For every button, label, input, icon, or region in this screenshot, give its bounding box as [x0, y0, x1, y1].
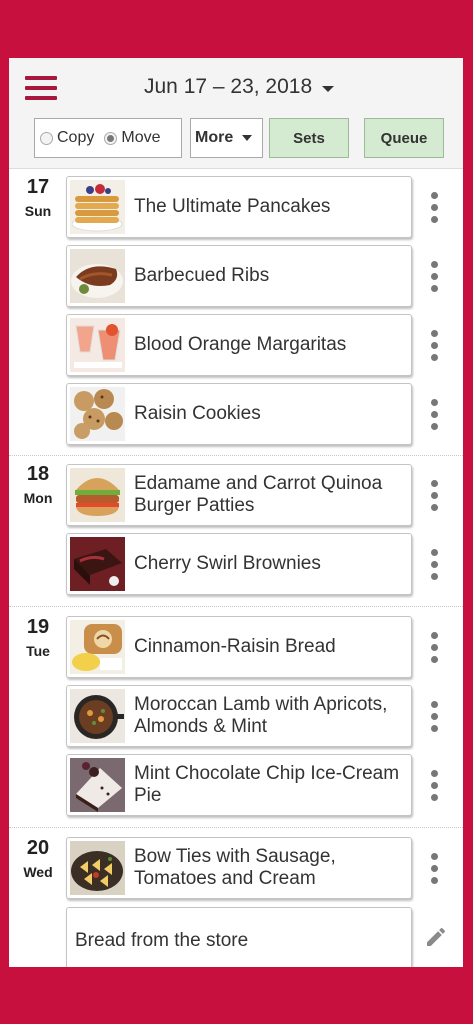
- ribs-thumbnail: [70, 249, 125, 303]
- margaritas-thumbnail: [70, 318, 125, 372]
- meal-card[interactable]: Edamame and Carrot Quinoa Burger Patties: [66, 464, 412, 526]
- copy-label: Copy: [57, 129, 95, 146]
- vertical-ellipsis-icon[interactable]: [429, 330, 441, 364]
- more-label: More: [195, 129, 234, 146]
- date-range-label: Jun 17 – 23, 2018: [144, 75, 313, 98]
- meal-card[interactable]: Moroccan Lamb with Apricots, Almonds & M…: [66, 685, 412, 747]
- more-dropdown[interactable]: More: [190, 118, 263, 158]
- move-label: Move: [121, 129, 161, 146]
- vertical-ellipsis-icon[interactable]: [429, 399, 441, 433]
- planner-panel: Jun 17 – 23, 2018 Copy Move More Sets Qu…: [9, 58, 463, 967]
- move-radio[interactable]: [104, 131, 118, 145]
- meal-title: Mint Chocolate Chip Ice-Cream Pie: [134, 763, 400, 806]
- meal-card[interactable]: Blood Orange Margaritas: [66, 314, 412, 376]
- hamburger-menu-icon[interactable]: [25, 76, 59, 102]
- vertical-ellipsis-icon[interactable]: [429, 632, 441, 666]
- meal-card[interactable]: Cherry Swirl Brownies: [66, 533, 412, 595]
- vertical-ellipsis-icon[interactable]: [429, 261, 441, 295]
- note-card[interactable]: Bread from the store: [66, 907, 412, 967]
- pancakes-thumbnail: [70, 180, 125, 234]
- pie-thumbnail: [70, 758, 125, 812]
- meal-title: Moroccan Lamb with Apricots, Almonds & M…: [134, 694, 388, 737]
- meal-card[interactable]: Mint Chocolate Chip Ice-Cream Pie: [66, 754, 412, 816]
- day-name: Mon: [23, 490, 53, 506]
- meal-card[interactable]: Raisin Cookies: [66, 383, 412, 445]
- planner-header: Jun 17 – 23, 2018 Copy Move More Sets Qu…: [9, 58, 463, 169]
- day-number: 17: [26, 176, 50, 198]
- meal-card[interactable]: The Ultimate Pancakes: [66, 176, 412, 238]
- vertical-ellipsis-icon[interactable]: [429, 701, 441, 735]
- meal-card[interactable]: Cinnamon-Raisin Bread: [66, 616, 412, 678]
- meal-title: Cinnamon-Raisin Bread: [134, 636, 336, 657]
- meal-title: Cherry Swirl Brownies: [134, 553, 321, 574]
- vertical-ellipsis-icon[interactable]: [429, 549, 441, 583]
- brownies-thumbnail: [70, 537, 125, 591]
- burger-thumbnail: [70, 468, 125, 522]
- date-range-selector[interactable]: Jun 17 – 23, 2018: [144, 72, 335, 102]
- meal-title: Barbecued Ribs: [134, 265, 270, 286]
- day-number: 20: [26, 837, 50, 859]
- vertical-ellipsis-icon[interactable]: [429, 192, 441, 226]
- pencil-icon[interactable]: [424, 925, 448, 949]
- meal-title: Raisin Cookies: [134, 403, 261, 424]
- meal-title: Bow Ties with Sausage, Tomatoes and Crea…: [134, 846, 336, 889]
- day-section-sun: 17 Sun The Ultimate Pancakes Barbecued R…: [9, 168, 463, 456]
- sets-button[interactable]: Sets: [269, 118, 349, 158]
- vertical-ellipsis-icon[interactable]: [429, 770, 441, 804]
- move-option[interactable]: Move: [104, 129, 160, 147]
- day-name: Wed: [23, 864, 53, 880]
- copy-radio[interactable]: [40, 131, 53, 145]
- meal-title: Blood Orange Margaritas: [134, 334, 347, 355]
- day-number: 19: [26, 616, 50, 638]
- copy-move-toggle: Copy Move: [34, 118, 182, 158]
- vertical-ellipsis-icon[interactable]: [429, 853, 441, 887]
- day-section-wed: 20 Wed Bow Ties with Sausage, Tomatoes a…: [9, 827, 463, 967]
- day-section-tue: 19 Tue Cinnamon-Raisin Bread Moroccan La…: [9, 606, 463, 828]
- bread-thumbnail: [70, 620, 125, 674]
- day-name: Sun: [24, 203, 52, 219]
- day-number: 18: [26, 463, 50, 485]
- note-text: Bread from the store: [75, 930, 249, 951]
- meal-card[interactable]: Barbecued Ribs: [66, 245, 412, 307]
- caret-down-icon: [322, 86, 335, 92]
- day-section-mon: 18 Mon Edamame and Carrot Quinoa Burger …: [9, 455, 463, 607]
- meal-title: Edamame and Carrot Quinoa Burger Patties: [134, 473, 383, 516]
- meal-card[interactable]: Bow Ties with Sausage, Tomatoes and Crea…: [66, 837, 412, 899]
- queue-button[interactable]: Queue: [364, 118, 444, 158]
- pasta-thumbnail: [70, 841, 125, 895]
- caret-down-icon: [242, 135, 253, 141]
- cookies-thumbnail: [70, 387, 125, 441]
- day-name: Tue: [26, 643, 50, 659]
- copy-option[interactable]: Copy: [40, 129, 94, 147]
- meal-title: The Ultimate Pancakes: [134, 196, 331, 217]
- lamb-thumbnail: [70, 689, 125, 743]
- vertical-ellipsis-icon[interactable]: [429, 480, 441, 514]
